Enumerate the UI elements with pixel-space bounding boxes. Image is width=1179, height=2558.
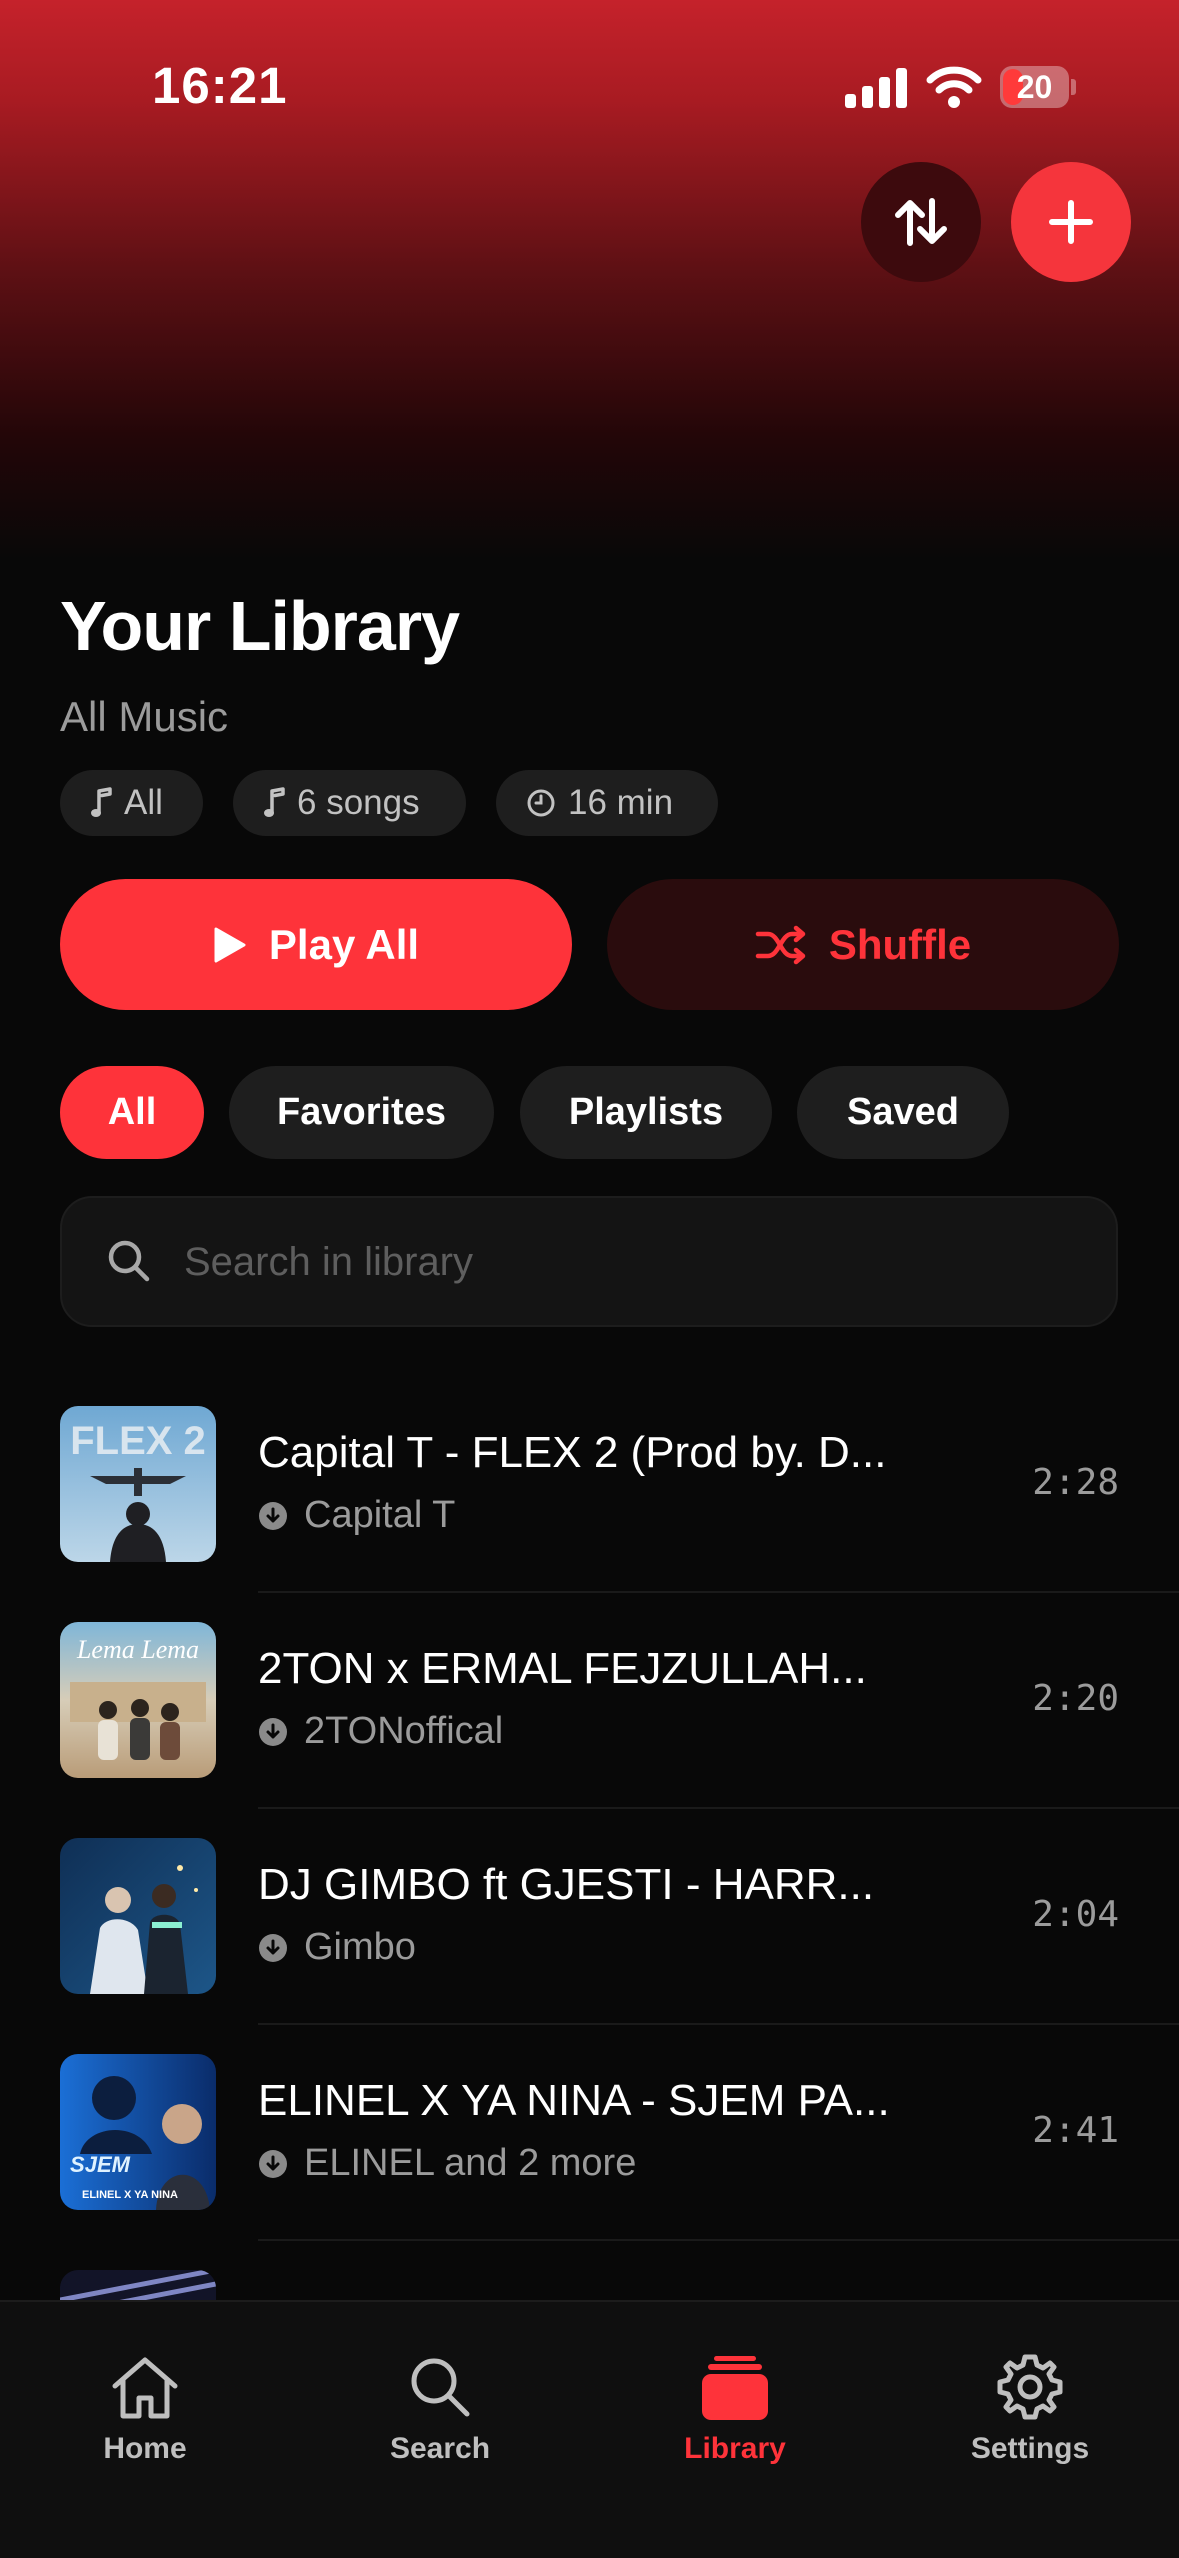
tab-home-label: Home [103,2432,187,2465]
track-artist: 2TONoffical [258,1710,503,1753]
music-note-icon [264,787,285,817]
downloaded-icon [259,1501,287,1530]
track-title: DJ GIMBO ft GJESTI - HARR... [258,1860,875,1909]
play-icon [214,927,246,962]
track-row[interactable]: SJEM ELINEL X YA NINA ELINEL X YA NINA -… [60,2054,1179,2270]
track-artist-label: 2TONoffical [304,1710,504,1752]
divider [258,2023,1179,2025]
album-art: FLEX 2 [60,1406,216,1562]
track-duration: 2:28 [1032,1462,1119,1503]
track-row[interactable]: Lema Lema 2TON x ERMAL FEJZULLAH... 2TON… [60,1622,1179,1838]
tab-library-label: Library [684,2432,786,2465]
shuffle-button[interactable]: Shuffle [607,879,1119,1010]
search-box[interactable] [60,1196,1118,1327]
tab-home[interactable]: Home [45,2352,245,2472]
track-row[interactable]: DJ GIMBO ft GJESTI - HARR... Gimbo 2:04 [60,1838,1179,2054]
filter-all[interactable]: All [60,1066,204,1159]
track-title: ELINEL X YA NINA - SJEM PA... [258,2076,890,2125]
gear-icon [997,2354,1063,2420]
plus-icon [1049,200,1093,244]
wifi-icon [926,66,982,108]
filter-favorites[interactable]: Favorites [229,1066,494,1159]
track-artist-label: Capital T [304,1494,456,1536]
track-title: Capital T - FLEX 2 (Prod by. D... [258,1428,887,1477]
stat-duration-chip: 16 min [496,770,718,836]
sort-button[interactable] [861,162,981,282]
svg-text:SJEM: SJEM [70,2152,131,2177]
track-duration: 2:41 [1032,2110,1119,2151]
downloaded-icon [259,2149,287,2178]
svg-text:ELINEL X YA NINA: ELINEL X YA NINA [82,2189,178,2201]
downloaded-icon [259,1717,287,1746]
shuffle-icon [755,925,806,964]
library-stack-icon [702,2356,768,2420]
battery-indicator: 20 [1000,66,1076,108]
stat-all-label: All [124,783,163,822]
status-bar: 16:21 20 [0,0,1179,150]
page-title: Your Library [60,587,460,665]
play-all-button[interactable]: Play All [60,879,572,1010]
stat-songs-label: 6 songs [297,783,420,822]
add-button[interactable] [1011,162,1131,282]
filter-saved[interactable]: Saved [797,1066,1009,1159]
divider [258,2239,1179,2241]
tab-search[interactable]: Search [340,2352,540,2472]
downloaded-icon [259,1933,287,1962]
divider [258,1591,1179,1593]
album-art: SJEM ELINEL X YA NINA [60,2054,216,2210]
play-all-label: Play All [268,920,420,968]
tab-library[interactable]: Library [635,2352,835,2472]
music-note-icon [91,787,112,817]
tab-bar: Home Search Library Settings [0,2300,1179,2558]
tab-settings[interactable]: Settings [930,2352,1130,2472]
cellular-signal-icon [845,66,909,108]
clock-icon [527,789,555,817]
search-icon [108,1240,150,1282]
track-artist: Capital T [258,1494,455,1537]
track-duration: 2:04 [1032,1894,1119,1935]
filter-playlists[interactable]: Playlists [520,1066,772,1159]
search-icon [411,2358,470,2417]
home-icon [112,2357,178,2419]
tab-settings-label: Settings [970,2432,1090,2465]
status-time: 16:21 [152,57,288,114]
stat-duration-label: 16 min [568,783,674,822]
track-artist-label: ELINEL and 2 more [304,2142,637,2184]
track-title: 2TON x ERMAL FEJZULLAH... [258,1644,867,1693]
search-input[interactable] [182,1198,1086,1327]
shuffle-label: Shuffle [828,920,972,968]
track-artist: ELINEL and 2 more [258,2142,636,2185]
divider [258,1807,1179,1809]
track-duration: 2:20 [1032,1678,1119,1719]
sort-arrows-icon [895,198,947,246]
tab-search-label: Search [389,2432,491,2465]
track-artist: Gimbo [258,1926,416,1969]
stat-songs-chip: 6 songs [233,770,466,836]
track-artist-label: Gimbo [304,1926,416,1968]
svg-text:Lema Lema: Lema Lema [76,1635,199,1664]
album-art: Lema Lema [60,1622,216,1778]
battery-level: 20 [1016,69,1053,105]
svg-text:FLEX 2: FLEX 2 [70,1419,206,1463]
page-subtitle: All Music [60,693,229,740]
album-art [60,1838,216,1994]
track-row[interactable]: FLEX 2 Capital T - FLEX 2 (Prod by. D...… [60,1406,1179,1622]
stat-all-chip: All [60,770,203,836]
